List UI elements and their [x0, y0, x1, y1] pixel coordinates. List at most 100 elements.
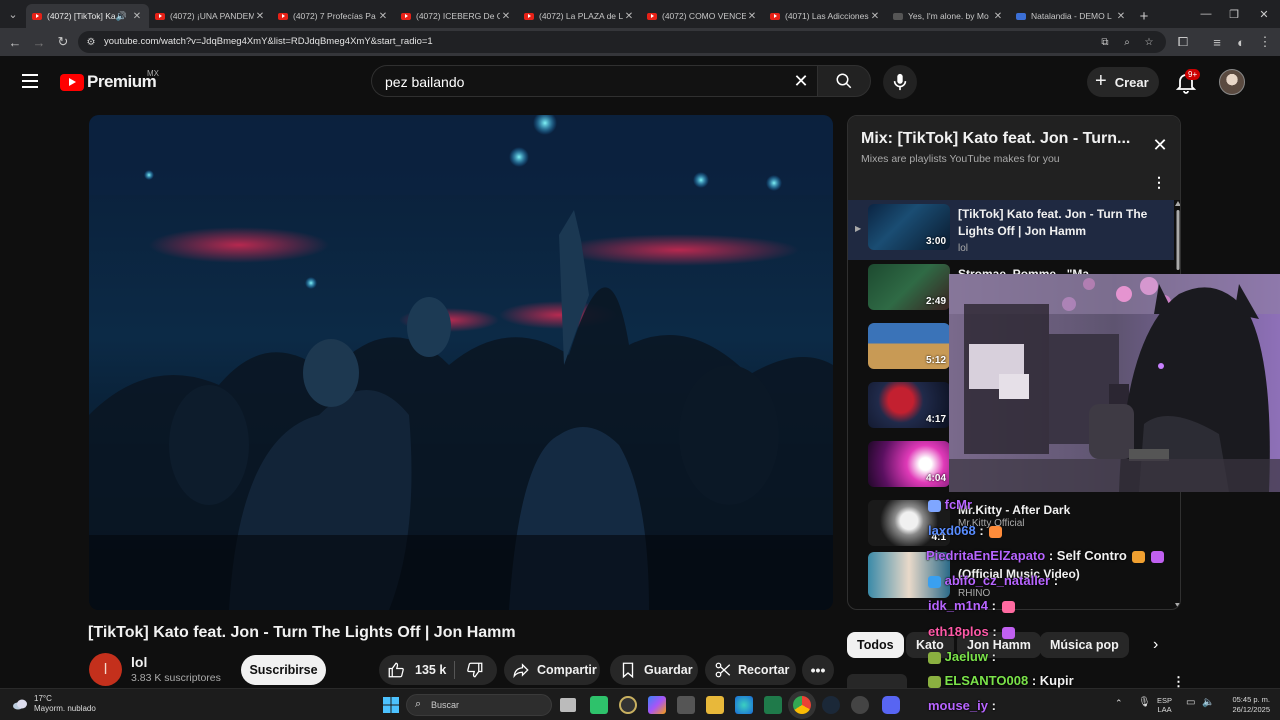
youtube-logo[interactable]: Premium — [60, 72, 157, 92]
search-input[interactable]: pez bailando ✕ — [371, 65, 817, 97]
tab-close-icon[interactable]: ✕ — [992, 11, 1004, 22]
discord-icon[interactable] — [882, 696, 900, 714]
copilot-icon[interactable] — [648, 696, 666, 714]
tab-close-icon[interactable]: ✕ — [500, 11, 512, 22]
chip-all[interactable]: Todos — [847, 632, 904, 658]
video-player[interactable] — [89, 115, 833, 610]
chip-pop-music[interactable]: Música pop — [1040, 632, 1129, 658]
store-icon[interactable] — [677, 696, 695, 714]
channel-name[interactable]: lol — [131, 654, 147, 670]
more-actions-button[interactable]: ••• — [802, 655, 834, 685]
browser-tab-8[interactable]: Natalandia - DEMO L ✕ — [1010, 4, 1133, 28]
video-thumbnail[interactable]: 2:49 — [868, 264, 950, 310]
url-text[interactable]: youtube.com/watch?v=JdqBmeg4XmY&list=RDJ… — [104, 36, 433, 47]
tab-search-icon[interactable]: ≡ — [1208, 33, 1226, 51]
site-info-icon[interactable]: ⚙ — [84, 35, 98, 49]
reload-icon[interactable]: ↻ — [54, 33, 72, 51]
restore-icon[interactable]: ❐ — [1218, 0, 1250, 28]
steam-icon[interactable] — [822, 696, 840, 714]
video-thumbnail[interactable]: 3:00 — [868, 204, 950, 250]
new-tab-button[interactable]: + — [1133, 4, 1155, 28]
chat-username[interactable]: eth18plos — [928, 624, 989, 639]
playlist-title[interactable]: Mix: [TikTok] Kato feat. Jon - Turn... — [861, 130, 1131, 148]
chat-username[interactable]: laxd068 — [928, 523, 976, 538]
edge-icon[interactable] — [735, 696, 753, 714]
chat-username[interactable]: ELSANTO008 — [945, 673, 1029, 688]
browser-tab-1[interactable]: (4072) ¡UNA PANDEM ✕ — [149, 4, 272, 28]
menu-hamburger-icon[interactable] — [22, 74, 38, 88]
browser-tab-7[interactable]: Yes, I'm alone. by Mo ✕ — [887, 4, 1010, 28]
chat-username[interactable]: Jaeluw — [945, 649, 988, 664]
voice-search-button[interactable] — [883, 65, 917, 99]
dislike-button[interactable] — [454, 655, 496, 685]
chat-username[interactable]: fcMr — [945, 497, 972, 512]
save-button[interactable]: Guardar — [610, 655, 698, 685]
clip-button[interactable]: Recortar — [705, 655, 796, 685]
browser-tab-3[interactable]: (4072) ICEBERG De C ✕ — [395, 4, 518, 28]
browser-tab-5[interactable]: (4072) COMO VENCE ✕ — [641, 4, 764, 28]
chips-next-chevron-icon[interactable]: › — [1153, 636, 1158, 654]
extensions-icon[interactable]: ⧠ — [1174, 33, 1192, 51]
more-vertical-icon[interactable]: ⋮ — [1151, 174, 1167, 190]
language-indicator[interactable]: ESP LAA — [1157, 696, 1172, 714]
install-app-icon[interactable]: ⧉ — [1098, 35, 1112, 49]
network-icon[interactable]: ▭ — [1186, 697, 1195, 708]
video-thumbnail[interactable]: 4:04 — [868, 441, 950, 487]
playlist-item[interactable]: 4:1 Mr.Kitty - After Dark Mr.Kitty Offic… — [848, 496, 1174, 556]
tab-close-icon[interactable]: ✕ — [623, 11, 635, 22]
chat-username[interactable]: abifo_cz_nataller — [945, 573, 1051, 588]
profile-icon[interactable]: ◐ — [1232, 33, 1250, 51]
browser-tab-4[interactable]: (4072) La PLAZA de L ✕ — [518, 4, 641, 28]
account-avatar[interactable] — [1219, 69, 1245, 95]
tray-chevron-up-icon[interactable]: ⌃ — [1115, 698, 1123, 709]
like-button[interactable]: 135 k — [379, 655, 454, 685]
omnibox[interactable]: ⚙ youtube.com/watch?v=JdqBmeg4XmY&list=R… — [78, 31, 1166, 53]
tray-mic-icon[interactable]: 🎙 — [1138, 697, 1151, 708]
chat-username[interactable]: PiedritaEnElZapato — [926, 548, 1045, 563]
excel-icon[interactable] — [764, 696, 782, 714]
search-query[interactable]: pez bailando — [385, 74, 464, 90]
tab-close-icon[interactable]: ✕ — [377, 11, 389, 22]
tab-close-icon[interactable]: ✕ — [1115, 11, 1127, 22]
system-clock[interactable]: 05:45 p. m. 26/12/2025 — [1224, 695, 1270, 715]
chat-username[interactable]: mouse_iy — [928, 698, 988, 713]
windows-start-icon[interactable] — [382, 696, 400, 714]
browser-tab-2[interactable]: (4072) 7 Profecías Pa ✕ — [272, 4, 395, 28]
subscribe-button[interactable]: Suscribirse — [241, 655, 326, 685]
tab-close-icon[interactable]: ✕ — [131, 11, 143, 22]
task-view-icon[interactable] — [560, 698, 576, 712]
browser-tab-bar: ⌄ (4072) [TikTok] Ka 🔊 ✕ (4072) ¡UNA PAN… — [0, 0, 1280, 28]
weather-widget[interactable]: 17°C Mayorm. nublado — [12, 694, 96, 714]
tab-close-icon[interactable]: ✕ — [869, 11, 881, 22]
tab-close-icon[interactable]: ✕ — [254, 11, 266, 22]
chrome-icon[interactable] — [793, 696, 811, 714]
speaker-icon[interactable]: 🔊 — [116, 11, 127, 22]
chat-username[interactable]: idk_m1n4 — [928, 598, 988, 613]
next-video-thumbnail[interactable] — [847, 674, 907, 688]
share-button[interactable]: Compartir — [504, 655, 600, 685]
volume-icon[interactable]: 🔈 — [1202, 697, 1214, 708]
channel-avatar[interactable]: l — [89, 653, 122, 686]
video-thumbnail[interactable]: 5:12 — [868, 323, 950, 369]
tab-search-chevron-icon[interactable]: ⌄ — [0, 0, 26, 28]
video-thumbnail[interactable]: 4:17 — [868, 382, 950, 428]
browser-tab-0[interactable]: (4072) [TikTok] Ka 🔊 ✕ — [26, 4, 149, 28]
zoom-icon[interactable]: ⌕ — [1120, 35, 1134, 49]
close-playlist-icon[interactable]: ✕ — [1150, 135, 1170, 155]
playlist-item[interactable]: ▶ 3:00 [TikTok] Kato feat. Jon - Turn Th… — [848, 200, 1174, 260]
search-button[interactable] — [817, 65, 871, 97]
forward-icon[interactable]: → — [30, 33, 48, 51]
tab-close-icon[interactable]: ✕ — [746, 11, 758, 22]
back-icon[interactable]: ← — [6, 33, 24, 51]
taskbar-search-input[interactable]: ⌕ Buscar — [406, 694, 552, 716]
file-explorer-icon[interactable] — [706, 696, 724, 714]
clear-search-icon[interactable]: ✕ — [791, 71, 811, 91]
app-round-icon[interactable] — [619, 696, 637, 714]
bookmark-star-icon[interactable]: ☆ — [1142, 35, 1156, 49]
browser-tab-6[interactable]: (4071) Las Adicciones ✕ — [764, 4, 887, 28]
app-gear-icon[interactable] — [851, 696, 869, 714]
app-green-icon[interactable] — [590, 696, 608, 714]
close-window-icon[interactable]: ✕ — [1248, 0, 1280, 28]
browser-menu-icon[interactable]: ⋮ — [1256, 33, 1274, 51]
create-button[interactable]: + Crear — [1087, 67, 1159, 97]
